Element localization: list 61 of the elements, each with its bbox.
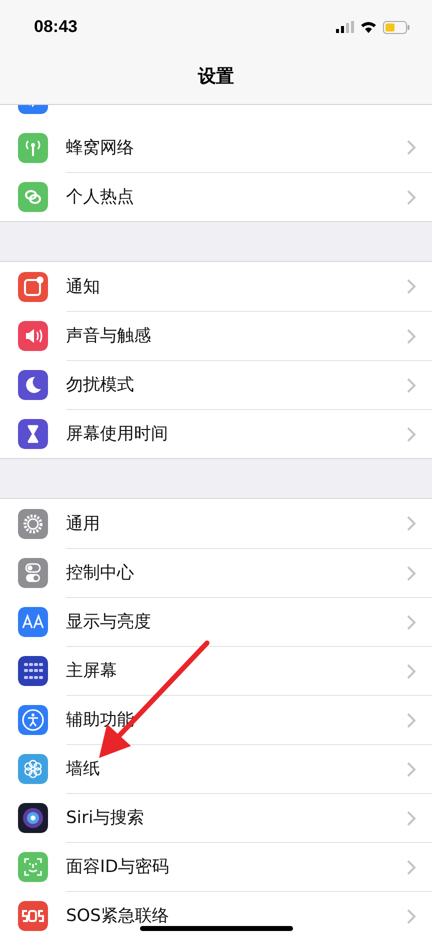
settings-row[interactable]: 蜂窝网络	[0, 123, 432, 172]
chevron-icon	[407, 516, 416, 531]
orb-icon	[18, 802, 48, 832]
settings-row[interactable]: 屏幕使用时间	[0, 409, 432, 458]
row-label: 面容ID与密码	[66, 857, 170, 877]
settings-row[interactable]: 勿扰模式	[0, 360, 432, 409]
moon-icon	[18, 370, 48, 400]
face-frame-icon	[18, 852, 48, 882]
settings-row[interactable]: 面容ID与密码	[0, 842, 432, 891]
page-title: 设置	[196, 65, 235, 88]
chevron-icon	[407, 190, 416, 204]
settings-row[interactable]: 个人热点	[0, 172, 432, 221]
settings-row[interactable]: 主屏幕	[0, 646, 432, 695]
chevron-icon	[407, 378, 416, 392]
row-label: 屏幕使用时间	[66, 424, 168, 444]
notification-icon	[18, 272, 48, 302]
chevron-icon	[407, 614, 416, 630]
flower-icon	[18, 754, 48, 784]
row-label: 蜂窝网络	[66, 138, 134, 158]
chevron-icon	[407, 762, 416, 776]
hourglass-icon	[18, 418, 48, 448]
status-time: 08:43	[34, 17, 78, 37]
settings-row[interactable]: 通用	[0, 499, 432, 548]
settings-row[interactable]: 显示与亮度	[0, 597, 432, 646]
settings-row[interactable]: 通知	[0, 262, 432, 311]
signal-icon	[336, 21, 354, 33]
row-label: 勿扰模式	[66, 375, 134, 395]
row-label: 控制中心	[66, 563, 134, 583]
chevron-icon	[407, 908, 416, 924]
settings-row[interactable]: 控制中心	[0, 548, 432, 597]
chevron-icon	[407, 140, 416, 155]
row-label: 声音与触感	[66, 326, 151, 346]
row-label: 显示与亮度	[66, 612, 151, 632]
row-label: Siri与搜索	[66, 808, 144, 828]
sos-icon	[18, 900, 48, 930]
battery-icon	[383, 20, 410, 34]
chain-link-icon	[18, 182, 48, 212]
accessibility-icon	[18, 704, 48, 734]
row-label: 通知	[66, 276, 100, 296]
chevron-icon	[407, 860, 416, 874]
antenna-icon	[18, 132, 48, 162]
text-size-icon	[18, 606, 48, 636]
speaker-icon	[18, 320, 48, 350]
chevron-icon	[407, 279, 416, 294]
row-label: 个人热点	[66, 187, 134, 207]
row-label: 通用	[66, 514, 100, 534]
app-grid-icon	[18, 656, 48, 686]
wifi-icon	[360, 21, 377, 33]
row-label: 主屏幕	[66, 661, 117, 681]
toggles-icon	[18, 558, 48, 588]
settings-row[interactable]: 声音与触感	[0, 311, 432, 360]
row-label: 墙纸	[66, 759, 100, 779]
chevron-icon	[407, 328, 416, 344]
chevron-icon	[407, 810, 416, 826]
row-label: SOS紧急联络	[66, 906, 169, 926]
chevron-icon	[407, 426, 416, 442]
chevron-icon	[407, 712, 416, 728]
chevron-icon	[407, 664, 416, 678]
gear-icon	[18, 508, 48, 538]
chevron-icon	[407, 566, 416, 580]
settings-row[interactable]: Siri与搜索	[0, 793, 432, 842]
